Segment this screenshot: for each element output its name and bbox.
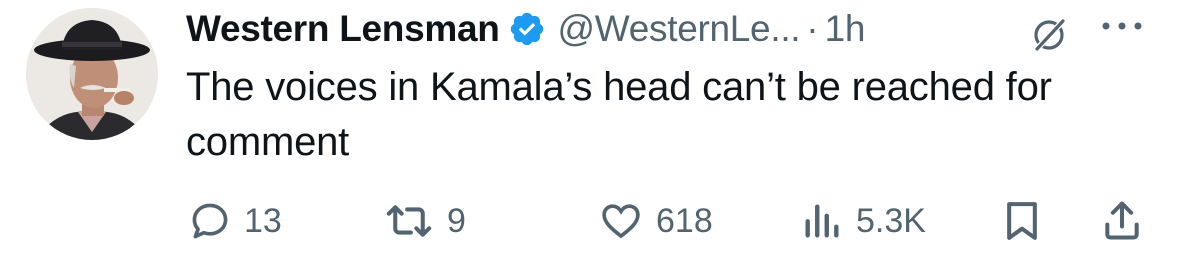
- tweet-header: Western Lensman @WesternLe... · 1h: [186, 4, 865, 54]
- timestamp[interactable]: 1h: [825, 8, 866, 50]
- repost-icon: [386, 205, 432, 237]
- avatar-image: [26, 8, 158, 140]
- repost-count: 9: [447, 201, 466, 240]
- repost-button[interactable]: 9: [383, 196, 466, 246]
- more-icon[interactable]: [1098, 14, 1146, 38]
- heart-icon: [602, 204, 640, 239]
- reply-icon: [192, 203, 228, 239]
- views-button[interactable]: 5.3K: [800, 196, 926, 246]
- reply-button[interactable]: 13: [188, 196, 282, 246]
- reply-count: 13: [244, 201, 282, 240]
- avatar[interactable]: [26, 8, 158, 140]
- author-handle[interactable]: @WesternLe...: [558, 8, 801, 50]
- views-icon: [805, 204, 839, 238]
- like-count: 618: [656, 201, 713, 240]
- action-bar: 13 9 618 5.3K: [0, 196, 1179, 246]
- tweet-card[interactable]: Western Lensman @WesternLe... · 1h The v…: [0, 0, 1179, 264]
- separator-dot: ·: [806, 8, 819, 49]
- share-button[interactable]: [1100, 196, 1144, 246]
- author-name[interactable]: Western Lensman: [186, 8, 500, 50]
- like-button[interactable]: 618: [598, 196, 713, 246]
- share-icon: [1105, 201, 1139, 240]
- grok-icon[interactable]: [1028, 14, 1070, 56]
- views-count: 5.3K: [856, 201, 926, 240]
- tweet-text: The voices in Kamala’s head can’t be rea…: [186, 65, 1052, 164]
- verified-badge-icon: [508, 10, 546, 48]
- bookmark-button[interactable]: [1000, 196, 1044, 246]
- bookmark-icon: [1007, 202, 1037, 240]
